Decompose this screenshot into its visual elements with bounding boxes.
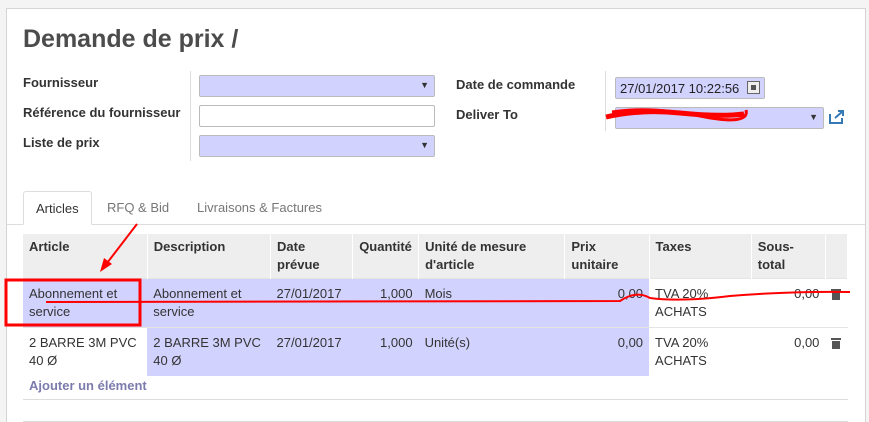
cell-date[interactable]: 27/01/2017 (270, 278, 353, 328)
cell-article[interactable]: 2 BARRE 3M PVC 40 Ø (23, 327, 148, 376)
cell-taxes[interactable]: TVA 20% ACHATS (649, 327, 752, 376)
external-link-icon[interactable] (828, 109, 846, 125)
deliver-to-label: Deliver To (456, 107, 518, 122)
cell-quantity[interactable]: 1,000 (352, 327, 419, 376)
col-quantity[interactable]: Quantité (352, 234, 420, 279)
trash-icon[interactable] (831, 338, 842, 349)
col-subtotal[interactable]: Sous-total (751, 234, 826, 279)
vendor-ref-input[interactable] (199, 105, 435, 127)
col-article[interactable]: Article (23, 234, 148, 279)
vendor-select[interactable]: ▼ (199, 75, 435, 97)
cell-uom[interactable]: Unité(s) (418, 327, 565, 376)
order-date-label: Date de commande (456, 77, 576, 92)
page-title: Demande de prix / (23, 25, 239, 53)
cell-taxes[interactable]: TVA 20% ACHATS (649, 278, 752, 328)
col-taxes[interactable]: Taxes (649, 234, 752, 279)
chevron-down-icon: ▼ (420, 80, 429, 90)
order-date-field[interactable]: 27/01/2017 10:22:56 (615, 77, 765, 99)
table-bottom-divider (23, 399, 848, 400)
col-actions (825, 234, 849, 279)
order-date-value: 27/01/2017 10:22:56 (620, 81, 740, 96)
label-separator (190, 71, 191, 161)
pricelist-label: Liste de prix (23, 135, 100, 150)
calendar-icon[interactable] (747, 81, 760, 94)
cell-unit-price[interactable]: 0,00 (564, 327, 650, 376)
table-row[interactable]: Abonnement et service Abonnement et serv… (23, 278, 848, 328)
chevron-down-icon: ▼ (420, 140, 429, 150)
vendor-label: Fournisseur (23, 75, 99, 90)
tab-articles[interactable]: Articles (23, 191, 92, 225)
table-row[interactable]: 2 BARRE 3M PVC 40 Ø 2 BARRE 3M PVC 40 Ø … (23, 327, 848, 376)
add-line-link[interactable]: Ajouter un élément (29, 378, 147, 393)
col-unit-price[interactable]: Prix unitaire (564, 234, 650, 279)
cell-description[interactable]: Abonnement et service (147, 278, 271, 328)
table-header-row: Article Description Date prévue Quantité… (23, 234, 849, 279)
cell-subtotal: 0,00 (751, 327, 826, 376)
cell-date[interactable]: 27/01/2017 (270, 327, 353, 376)
tab-rfq-bid[interactable]: RFQ & Bid (95, 191, 181, 225)
pricelist-select[interactable]: ▼ (199, 135, 435, 157)
col-description[interactable]: Description (147, 234, 272, 279)
notebook-tabs: Articles RFQ & Bid Livraisons & Factures (7, 191, 865, 225)
vendor-ref-label: Référence du fournisseur (23, 105, 181, 120)
cell-delete[interactable] (825, 278, 848, 328)
col-uom[interactable]: Unité de mesure d'article (418, 234, 566, 279)
deliver-to-select[interactable]: ▼ (615, 107, 824, 129)
tab-deliveries-invoices[interactable]: Livraisons & Factures (185, 191, 334, 225)
cell-uom[interactable]: Mois (418, 278, 565, 328)
cell-subtotal: 0,00 (751, 278, 826, 328)
cell-unit-price[interactable]: 0,00 (564, 278, 650, 328)
order-lines-table: Article Description Date prévue Quantité… (23, 234, 849, 376)
trash-icon[interactable] (831, 289, 842, 300)
label-separator-right (605, 71, 606, 131)
form-sheet: Demande de prix / Fournisseur Référence … (6, 8, 866, 422)
cell-description[interactable]: 2 BARRE 3M PVC 40 Ø (147, 327, 271, 376)
cell-article[interactable]: Abonnement et service (23, 278, 148, 328)
cell-quantity[interactable]: 1,000 (352, 278, 419, 328)
chevron-down-icon: ▼ (809, 112, 818, 122)
col-date[interactable]: Date prévue (270, 234, 354, 279)
cell-delete[interactable] (825, 327, 848, 376)
